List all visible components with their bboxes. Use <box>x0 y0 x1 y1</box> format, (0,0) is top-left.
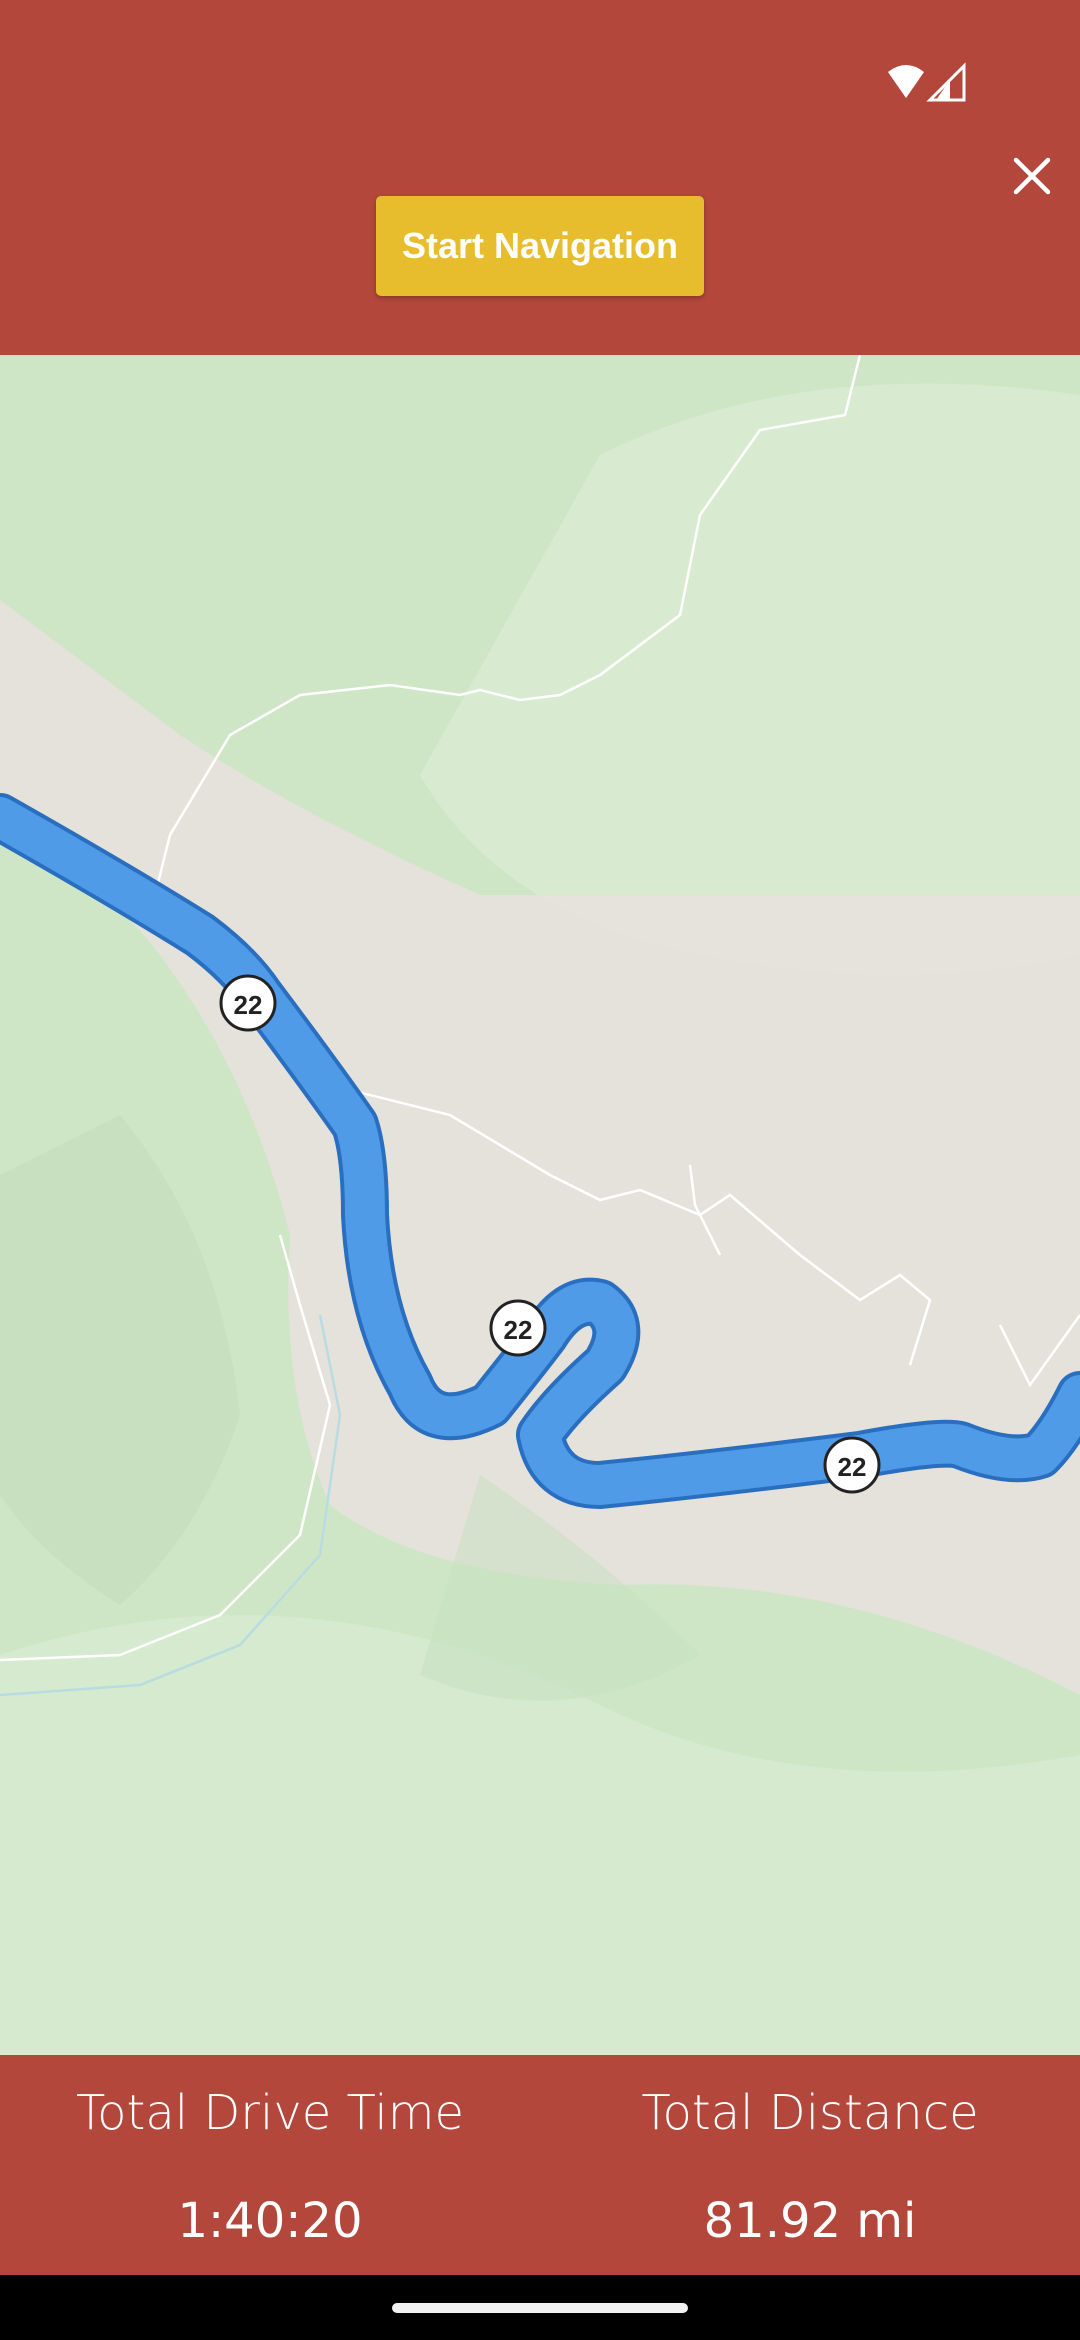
wifi-icon <box>888 65 924 98</box>
svg-text:22: 22 <box>234 990 263 1020</box>
route-shield: 22 <box>823 1436 881 1494</box>
distance-value: 81.92 mi <box>703 2193 917 2249</box>
svg-text:22: 22 <box>838 1452 867 1482</box>
svg-text:22: 22 <box>504 1315 533 1345</box>
trip-summary-bar: Total Drive Time 1:40:20 Total Distance … <box>0 2055 1080 2275</box>
cell-signal-icon <box>926 62 966 102</box>
drive-time-stat: Total Drive Time 1:40:20 <box>0 2055 540 2275</box>
drive-time-value: 1:40:20 <box>177 2193 363 2249</box>
home-gesture-handle[interactable] <box>392 2303 688 2313</box>
header-bar: Start Navigation <box>0 0 1080 355</box>
drive-time-label: Total Drive Time <box>75 2085 465 2141</box>
system-nav-bar <box>0 2275 1080 2340</box>
close-icon <box>1013 157 1051 195</box>
route-shield: 22 <box>489 1299 547 1357</box>
start-navigation-button[interactable]: Start Navigation <box>376 196 704 296</box>
distance-label: Total Distance <box>641 2085 979 2141</box>
status-bar-icons <box>886 62 968 102</box>
distance-stat: Total Distance 81.92 mi <box>540 2055 1080 2275</box>
route-shield: 22 <box>219 974 277 1032</box>
route-map[interactable]: 22 22 22 <box>0 355 1080 2055</box>
close-button[interactable] <box>1002 146 1062 206</box>
